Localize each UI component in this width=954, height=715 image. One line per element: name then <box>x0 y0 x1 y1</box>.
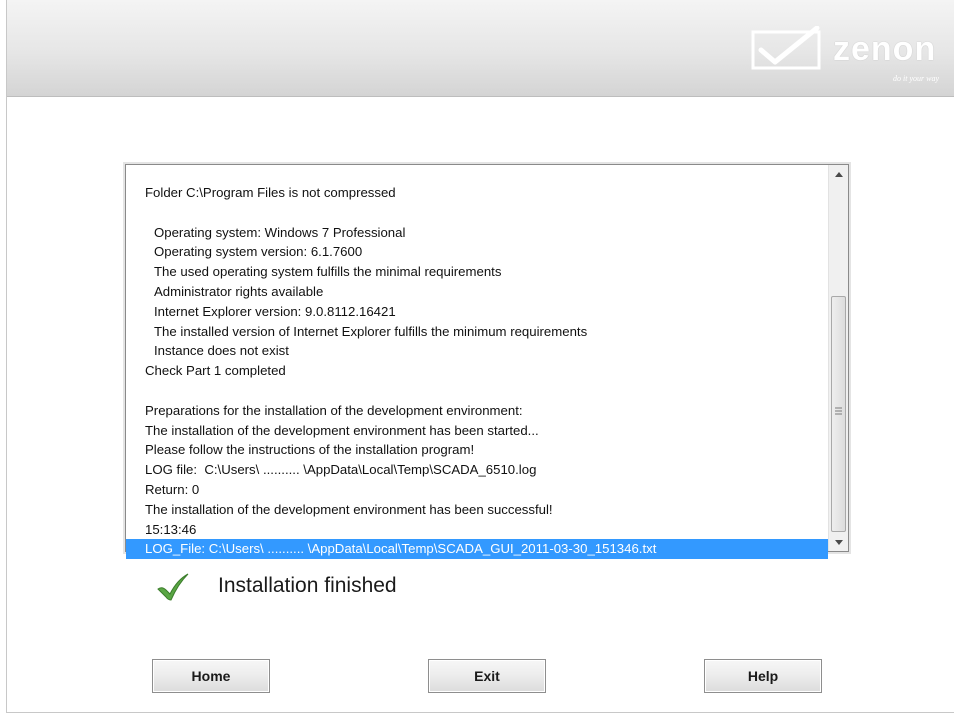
log-line[interactable]: The used operating system fulfills the m… <box>126 262 828 282</box>
log-line[interactable]: LOG file: C:\Users\ .......... \AppData\… <box>126 460 828 480</box>
log-line-selected[interactable]: LOG_File: C:\Users\ .......... \AppData\… <box>126 539 828 560</box>
header-banner: zenon do it your way <box>7 0 954 97</box>
green-check-icon <box>157 573 189 601</box>
log-line[interactable]: The installed version of Internet Explor… <box>126 322 828 342</box>
log-line[interactable]: The installation of the development envi… <box>126 421 828 441</box>
log-line[interactable]: Operating system: Windows 7 Professional <box>126 223 828 243</box>
log-line[interactable]: Folder C:\Program Files is not compresse… <box>126 183 828 203</box>
checkmark-logo-icon <box>751 26 821 70</box>
log-line[interactable]: Check Part 1 completed <box>126 361 828 381</box>
log-line[interactable]: Administrator rights available <box>126 282 828 302</box>
log-lines: Folder C:\Program Files is not compresse… <box>126 183 828 560</box>
status-text: Installation finished <box>218 574 397 597</box>
log-line[interactable]: Preparations for the installation of the… <box>126 401 828 421</box>
arrow-down-icon <box>834 539 843 545</box>
log-line[interactable]: Operating system version: 6.1.7600 <box>126 242 828 262</box>
scroll-up-button[interactable] <box>829 165 848 183</box>
vertical-scrollbar[interactable] <box>828 165 848 551</box>
zenon-logo: zenon do it your way <box>751 26 947 88</box>
arrow-up-icon <box>834 171 843 177</box>
scroll-thumb[interactable] <box>831 296 846 532</box>
log-line[interactable]: 15:13:46 <box>126 520 828 540</box>
installation-log[interactable]: Folder C:\Program Files is not compresse… <box>123 162 851 560</box>
log-line[interactable] <box>126 203 828 223</box>
log-line[interactable]: Instance does not exist <box>126 341 828 361</box>
status-area: Installation finished <box>156 568 516 608</box>
log-line[interactable]: Internet Explorer version: 9.0.8112.1642… <box>126 302 828 322</box>
exit-button[interactable]: Exit <box>428 659 546 693</box>
log-line[interactable] <box>126 381 828 401</box>
home-button[interactable]: Home <box>152 659 270 693</box>
grip-icon <box>835 407 842 415</box>
brand-name: zenon <box>833 30 937 68</box>
brand-tagline: do it your way <box>893 74 939 83</box>
scroll-down-button[interactable] <box>829 533 848 551</box>
log-line[interactable]: Please follow the instructions of the in… <box>126 440 828 460</box>
log-line[interactable]: The installation of the development envi… <box>126 500 828 520</box>
help-button[interactable]: Help <box>704 659 822 693</box>
log-line[interactable]: Return: 0 <box>126 480 828 500</box>
